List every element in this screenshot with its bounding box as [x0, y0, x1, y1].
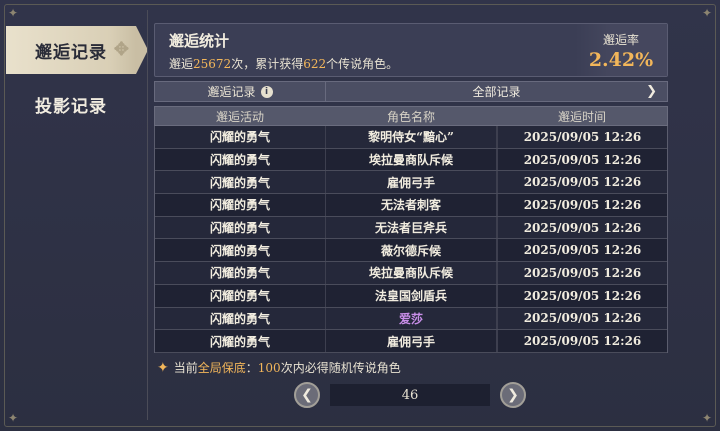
corner-ornament-icon: ✦ — [7, 6, 19, 20]
column-header-activity: 邂逅活动 — [215, 109, 264, 124]
cell-activity: 闪耀的勇气 — [209, 153, 270, 168]
cell-time: 2025/09/05 12:26 — [497, 194, 667, 216]
cell-character: 雇佣弓手 — [325, 171, 497, 194]
next-page-button[interactable]: ❯ — [500, 382, 526, 408]
stats-title: 邂逅统计 — [169, 32, 230, 50]
table-row: 闪耀的勇气 爱莎 2025/09/05 12:26 — [155, 307, 667, 331]
cell-character: 法皇国剑盾兵 — [325, 284, 497, 307]
legendary-count: 622 — [303, 57, 327, 71]
pity-scope: 全局保底 — [197, 361, 246, 375]
cell-activity: 闪耀的勇气 — [209, 266, 270, 281]
cell-time: 2025/09/05 12:26 — [497, 284, 667, 307]
table-row: 闪耀的勇气 无法者刺客 2025/09/05 12:26 — [155, 194, 667, 217]
cell-activity: 闪耀的勇气 — [209, 289, 270, 304]
cell-time: 2025/09/05 12:26 — [497, 307, 667, 330]
cell-activity: 闪耀的勇气 — [209, 221, 270, 236]
filter-selected-value: 全部记录 — [472, 85, 521, 99]
cell-time: 2025/09/05 12:26 — [497, 239, 667, 262]
history-panel: ✦ ✦ ✦ ✦ 邂逅记录 ✥ 投影记录 邂逅统计 邂逅25672次，累计获得62… — [0, 0, 720, 431]
pity-prefix: 当前 — [173, 361, 198, 375]
tab-label: 投影记录 — [35, 96, 107, 117]
sidebar: 邂逅记录 ✥ 投影记录 — [0, 22, 148, 402]
cell-time: 2025/09/05 12:26 — [497, 148, 667, 171]
cell-character: 无法者巨斧兵 — [325, 216, 497, 239]
cell-character: 黎明侍女“黯心” — [325, 126, 497, 148]
tab-label: 邂逅记录 — [35, 42, 107, 63]
cell-time: 2025/09/05 12:26 — [497, 262, 667, 284]
previous-page-button[interactable]: ❮ — [294, 382, 320, 408]
cell-character: 薇尔德斥候 — [325, 239, 497, 262]
summary-mid: 次，累计获得 — [231, 57, 304, 71]
cell-character: 埃拉曼商队斥候 — [325, 262, 497, 284]
chevron-left-icon: ❮ — [301, 387, 313, 403]
table-row: 闪耀的勇气 黎明侍女“黯心” 2025/09/05 12:26 — [155, 126, 667, 149]
filter-label-text: 邂逅记录 — [207, 85, 256, 99]
cell-activity: 闪耀的勇气 — [209, 243, 270, 258]
stats-summary: 邂逅25672次，累计获得622个传说角色。 — [169, 55, 398, 72]
sparkle-icon: ✦ — [157, 359, 169, 376]
cell-time: 2025/09/05 12:26 — [497, 330, 667, 352]
cell-character: 雇佣弓手 — [325, 330, 497, 352]
cell-character: 无法者刺客 — [325, 194, 497, 216]
cell-character: 埃拉曼商队斥候 — [325, 148, 497, 171]
pity-info: ✦ 当前 全局保底： 100 次内必得随机传说角色 — [157, 359, 401, 376]
filter-bar: 邂逅记录 i 全部记录 ❯ — [154, 81, 668, 102]
cell-time: 2025/09/05 12:26 — [497, 216, 667, 239]
cell-activity: 闪耀的勇气 — [209, 198, 270, 213]
table-row: 闪耀的勇气 雇佣弓手 2025/09/05 12:26 — [155, 330, 667, 353]
table-row: 闪耀的勇气 雇佣弓手 2025/09/05 12:26 — [155, 171, 667, 195]
table-body: 闪耀的勇气 黎明侍女“黯心” 2025/09/05 12:26 闪耀的勇气 埃拉曼商队… — [154, 126, 668, 353]
rate-label: 邂逅率 — [602, 33, 639, 47]
cell-activity: 闪耀的勇气 — [209, 311, 270, 326]
table-header: 邂逅活动 角色名称 邂逅时间 — [154, 106, 668, 126]
info-icon[interactable]: i — [260, 85, 273, 98]
cell-character: 爱莎 — [325, 307, 497, 330]
column-header-time: 邂逅时间 — [557, 109, 606, 124]
cell-time: 2025/09/05 12:26 — [497, 171, 667, 194]
cell-time: 2025/09/05 12:26 — [497, 126, 667, 148]
rate-value: 2.42% — [588, 49, 654, 71]
tab-projection-records[interactable]: 投影记录 — [6, 80, 136, 128]
flower-ornament-icon: ✥ — [113, 39, 130, 60]
table-row: 闪耀的勇气 埃拉曼商队斥候 2025/09/05 12:26 — [155, 148, 667, 172]
filter-label: 邂逅记录 i — [155, 83, 325, 100]
table-row: 闪耀的勇气 埃拉曼商队斥候 2025/09/05 12:26 — [155, 262, 667, 285]
table-row: 闪耀的勇气 法皇国剑盾兵 2025/09/05 12:26 — [155, 284, 667, 308]
tab-encounter-records[interactable]: 邂逅记录 ✥ — [6, 26, 148, 74]
corner-ornament-icon: ✦ — [7, 411, 19, 425]
page-number: 46 — [330, 384, 490, 406]
records-table: 邂逅活动 角色名称 邂逅时间 闪耀的勇气 黎明侍女“黯心” 2025/09/05 1… — [154, 106, 668, 353]
corner-ornament-icon: ✦ — [701, 6, 713, 20]
rate-box: 邂逅率 2.42% — [575, 24, 667, 76]
cell-activity: 闪耀的勇气 — [209, 334, 270, 349]
column-header-character: 角色名称 — [386, 109, 435, 124]
pity-colon: ： — [245, 361, 258, 375]
summary-suffix: 个传说角色。 — [326, 57, 399, 71]
pity-count: 100 — [257, 360, 281, 375]
corner-ornament-icon: ✦ — [701, 411, 713, 425]
table-row: 闪耀的勇气 无法者巨斧兵 2025/09/05 12:26 — [155, 216, 667, 240]
stats-header: 邂逅统计 邂逅25672次，累计获得622个传说角色。 邂逅率 2.42% — [154, 23, 668, 77]
record-filter-dropdown[interactable]: 全部记录 ❯ — [326, 83, 667, 100]
chevron-right-icon: ❯ — [646, 84, 657, 99]
chevron-right-icon: ❯ — [507, 387, 519, 403]
summary-prefix: 邂逅 — [169, 57, 194, 71]
sidebar-divider — [147, 10, 148, 420]
table-row: 闪耀的勇气 薇尔德斥候 2025/09/05 12:26 — [155, 239, 667, 263]
total-pulls: 25672 — [193, 57, 232, 71]
cell-activity: 闪耀的勇气 — [209, 175, 270, 190]
cell-activity: 闪耀的勇气 — [209, 130, 270, 145]
pity-suffix: 次内必得随机传说角色 — [280, 361, 401, 375]
